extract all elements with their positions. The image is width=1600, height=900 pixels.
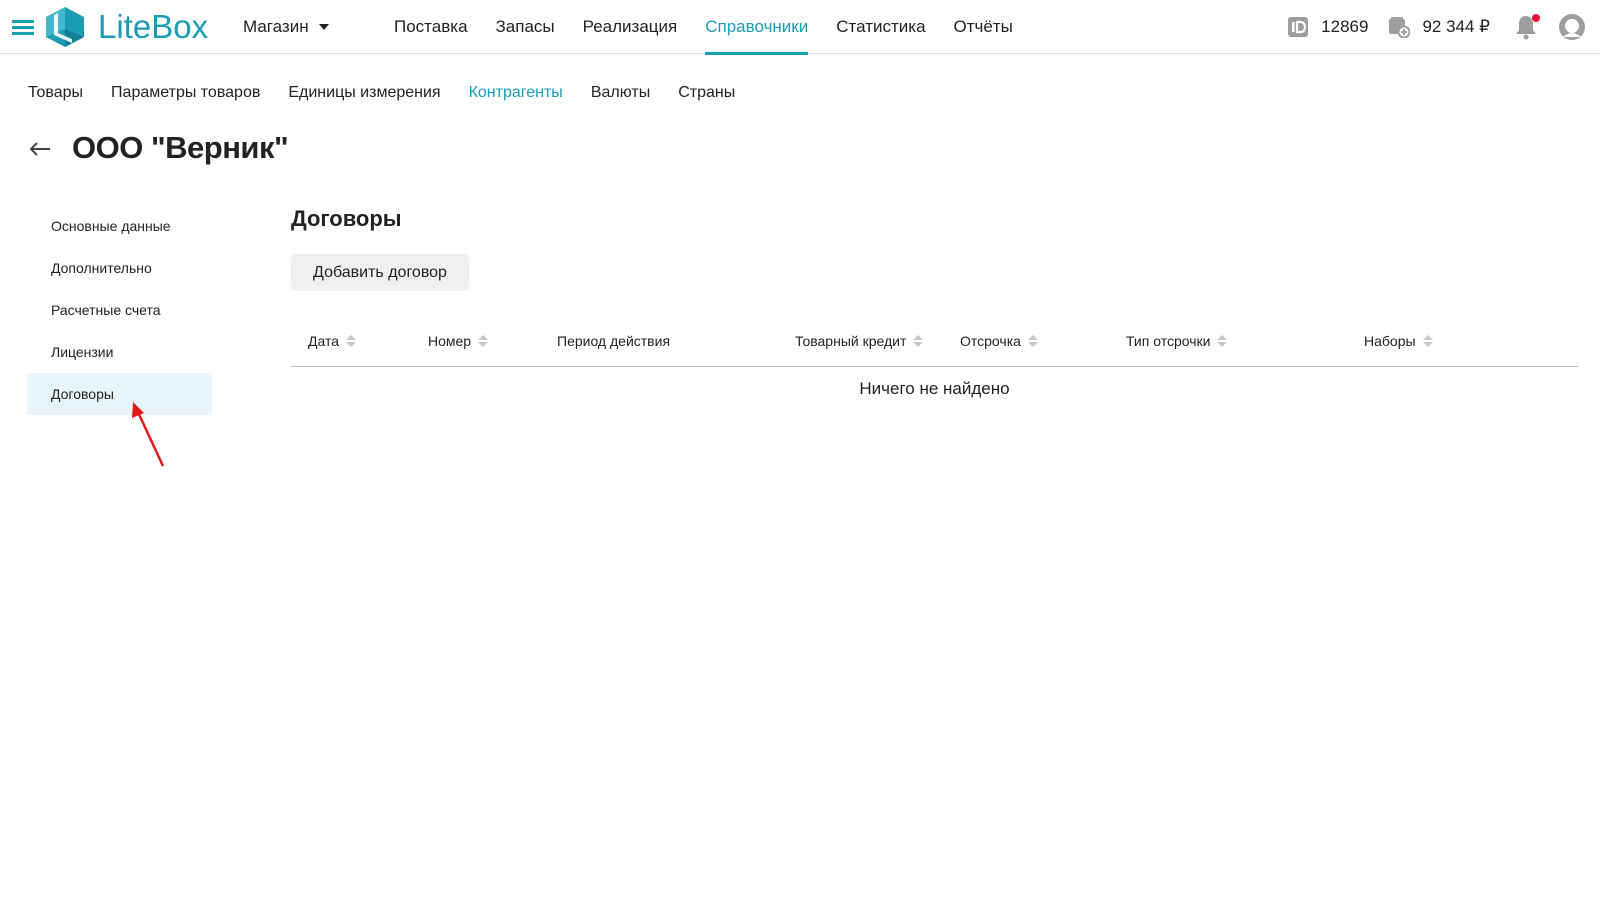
column-label: Номер: [428, 333, 472, 349]
account-id[interactable]: 12869: [1287, 16, 1368, 38]
store-selector[interactable]: Магазин: [243, 17, 329, 37]
subnav-item-countries[interactable]: Страны: [664, 78, 749, 108]
annotation-arrow-icon: [132, 402, 165, 467]
notification-badge: [1532, 14, 1540, 22]
nav-item-references[interactable]: Справочники: [691, 0, 822, 55]
wallet-add-icon: [1389, 17, 1411, 38]
column-date[interactable]: Дата: [308, 333, 357, 349]
subnav-item-goods[interactable]: Товары: [14, 78, 97, 108]
notifications-button[interactable]: [1514, 14, 1540, 40]
side-item-bank-accounts[interactable]: Расчетные счета: [27, 289, 212, 331]
account-id-value: 12869: [1321, 17, 1369, 36]
header-tools: 12869 92 344 ₽: [1267, 0, 1586, 54]
store-label: Магазин: [243, 17, 309, 36]
side-item-contracts[interactable]: Договоры: [27, 373, 212, 415]
page-title: ООО "Верник": [72, 130, 289, 165]
contracts-table: Дата Номер Период действия Товарный кред…: [291, 325, 1578, 399]
column-label: Наборы: [1364, 333, 1416, 349]
top-bar: LiteBox Магазин Поставка Запасы Реализац…: [0, 0, 1600, 55]
subnav-item-currencies[interactable]: Валюты: [577, 78, 664, 108]
menu-icon[interactable]: [12, 20, 34, 36]
sort-icon: [1027, 335, 1038, 347]
column-label: Товарный кредит: [795, 333, 907, 349]
column-deferral[interactable]: Отсрочка: [960, 333, 1038, 349]
column-period: Период действия: [557, 333, 670, 349]
nav-item-statistics[interactable]: Статистика: [822, 0, 939, 54]
column-label: Период действия: [557, 333, 671, 349]
sort-icon: [346, 335, 357, 347]
sub-nav: Товары Параметры товаров Единицы измерен…: [14, 78, 749, 108]
side-item-additional[interactable]: Дополнительно: [27, 247, 212, 289]
balance[interactable]: 92 344 ₽: [1388, 16, 1490, 38]
column-label: Тип отсрочки: [1126, 333, 1211, 349]
subnav-item-goods-params[interactable]: Параметры товаров: [97, 78, 274, 108]
add-contract-button[interactable]: Добавить договор: [291, 254, 469, 291]
column-number[interactable]: Номер: [428, 333, 489, 349]
back-arrow-icon[interactable]: [28, 137, 52, 161]
sort-icon: [478, 335, 489, 347]
litebox-logo-icon: [46, 7, 84, 47]
sort-icon: [1422, 335, 1433, 347]
column-sets[interactable]: Наборы: [1364, 333, 1433, 349]
main-nav: Поставка Запасы Реализация Справочники С…: [380, 0, 1027, 55]
nav-item-sales[interactable]: Реализация: [569, 0, 692, 54]
column-commodity-credit[interactable]: Товарный кредит: [795, 333, 924, 349]
side-menu: Основные данные Дополнительно Расчетные …: [27, 205, 212, 415]
logo-text: LiteBox: [98, 8, 209, 45]
balance-value: 92 344 ₽: [1422, 17, 1490, 36]
side-item-licenses[interactable]: Лицензии: [27, 331, 212, 373]
table-header: Дата Номер Период действия Товарный кред…: [291, 325, 1578, 367]
subnav-item-counterparties[interactable]: Контрагенты: [455, 78, 577, 108]
user-avatar[interactable]: [1558, 13, 1586, 41]
id-badge-icon: [1288, 17, 1309, 37]
logo[interactable]: LiteBox: [44, 5, 208, 49]
empty-state: Ничего не найдено: [859, 379, 1010, 398]
column-deferral-type[interactable]: Тип отсрочки: [1126, 333, 1228, 349]
user-icon: [1559, 14, 1585, 40]
nav-item-supply[interactable]: Поставка: [380, 0, 482, 54]
column-label: Отсрочка: [960, 333, 1021, 349]
nav-item-reports[interactable]: Отчёты: [940, 0, 1027, 54]
section-title: Договоры: [291, 206, 402, 231]
subnav-item-units[interactable]: Единицы измерения: [274, 78, 454, 108]
chevron-down-icon: [318, 24, 329, 30]
side-item-main-data[interactable]: Основные данные: [27, 205, 212, 247]
sort-icon: [1217, 335, 1228, 347]
column-label: Дата: [308, 333, 340, 349]
sort-icon: [913, 335, 924, 347]
nav-item-stock[interactable]: Запасы: [482, 0, 569, 54]
